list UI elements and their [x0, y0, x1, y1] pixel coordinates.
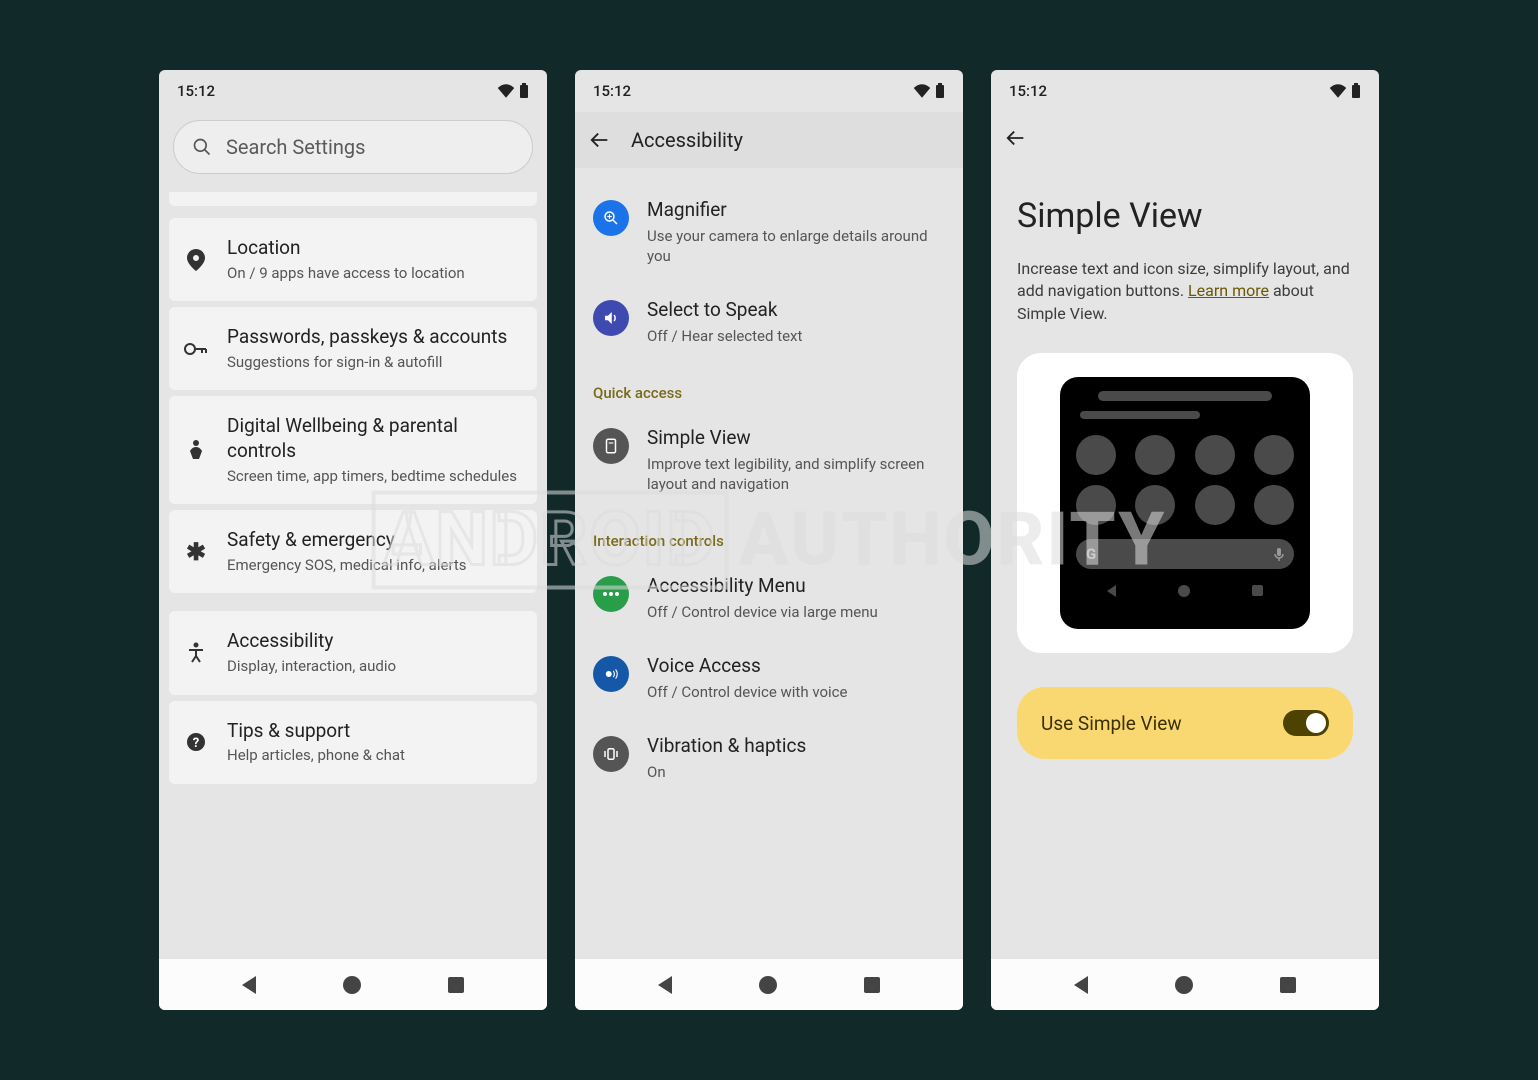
mock-mic-icon [1274, 547, 1284, 561]
magnifier-icon [602, 209, 620, 227]
nav-recent-button[interactable] [864, 977, 880, 993]
location-icon [187, 249, 205, 271]
a11y-item-a11y-menu[interactable]: Accessibility Menu Off / Control device … [575, 558, 963, 638]
section-quick-access: Quick access [575, 362, 963, 410]
settings-item-title: Digital Wellbeing & parental controls [227, 414, 523, 463]
asterisk-icon: ✱ [186, 538, 206, 566]
mock-google-icon: G [1086, 545, 1096, 563]
toggle-switch-on[interactable] [1283, 710, 1329, 736]
nav-back-button[interactable] [1074, 976, 1088, 994]
settings-item-sub: Help articles, phone & chat [227, 746, 523, 766]
nav-recent-button[interactable] [1280, 977, 1296, 993]
back-arrow-icon[interactable] [589, 129, 611, 151]
learn-more-link[interactable]: Learn more [1188, 281, 1269, 300]
simple-view-icon [602, 437, 620, 455]
settings-item-safety[interactable]: ✱ Safety & emergency Emergency SOS, medi… [169, 510, 537, 593]
settings-item-location[interactable]: Location On / 9 apps have access to loca… [169, 218, 537, 301]
a11y-item-sub: Use your camera to enlarge details aroun… [647, 226, 945, 267]
nav-home-button[interactable] [343, 976, 361, 994]
page-description: Increase text and icon size, simplify la… [1017, 258, 1353, 325]
voice-icon [602, 665, 620, 683]
settings-item-title: Tips & support [227, 719, 523, 744]
battery-icon [519, 83, 529, 99]
settings-item-sub: On / 9 apps have access to location [227, 264, 523, 284]
a11y-item-title: Select to Speak [647, 298, 945, 323]
nav-bar [159, 958, 547, 1010]
accessibility-screen: 15:12 Accessibility Magnifier Use your c… [575, 70, 963, 1010]
status-time: 15:12 [593, 82, 631, 100]
menu-dots-icon [602, 591, 620, 597]
a11y-item-vibration[interactable]: Vibration & haptics On [575, 718, 963, 798]
status-time: 15:12 [1009, 82, 1047, 100]
nav-home-button[interactable] [1175, 976, 1193, 994]
a11y-item-sub: Improve text legibility, and simplify sc… [647, 454, 945, 495]
toggle-label: Use Simple View [1041, 712, 1182, 735]
search-placeholder: Search Settings [226, 135, 365, 159]
simple-view-screen: 15:12 Simple View Increase text and icon… [991, 70, 1379, 1010]
settings-screen: 15:12 Search Settings Location On / 9 ap… [159, 70, 547, 1010]
nav-recent-button[interactable] [448, 977, 464, 993]
key-icon [184, 343, 208, 355]
status-bar: 15:12 [575, 70, 963, 112]
a11y-item-sub: Off / Hear selected text [647, 326, 945, 346]
settings-item-title: Passwords, passkeys & accounts [227, 325, 523, 350]
settings-item-sub: Screen time, app timers, bedtime schedul… [227, 467, 523, 487]
nav-bar [575, 958, 963, 1010]
settings-item-tips[interactable]: ? Tips & support Help articles, phone & … [169, 701, 537, 784]
wellbeing-icon [187, 439, 205, 461]
a11y-item-sub: Off / Control device via large menu [647, 602, 945, 622]
a11y-item-simple-view[interactable]: Simple View Improve text legibility, and… [575, 410, 963, 510]
wifi-icon [913, 84, 931, 98]
homescreen-mock: G [1060, 377, 1310, 629]
settings-item-sub: Emergency SOS, medical info, alerts [227, 556, 523, 576]
section-interaction: Interaction controls [575, 510, 963, 558]
settings-item-sub: Display, interaction, audio [227, 657, 523, 677]
settings-item-accessibility[interactable]: Accessibility Display, interaction, audi… [169, 611, 537, 694]
header-title: Accessibility [631, 128, 743, 152]
nav-bar [991, 958, 1379, 1010]
speak-icon [602, 309, 620, 327]
header-bar: Accessibility [575, 112, 963, 168]
settings-item-title: Safety & emergency [227, 528, 523, 553]
a11y-item-title: Vibration & haptics [647, 734, 945, 759]
a11y-item-sub: Off / Control device with voice [647, 682, 945, 702]
help-icon: ? [186, 732, 206, 752]
svg-text:?: ? [193, 736, 199, 751]
a11y-item-title: Magnifier [647, 198, 945, 223]
battery-icon [1351, 83, 1361, 99]
a11y-item-title: Accessibility Menu [647, 574, 945, 599]
page-title: Simple View [1017, 196, 1353, 236]
a11y-item-magnifier[interactable]: Magnifier Use your camera to enlarge det… [575, 182, 963, 282]
search-settings-input[interactable]: Search Settings [173, 120, 533, 174]
a11y-item-title: Voice Access [647, 654, 945, 679]
wifi-icon [497, 84, 515, 98]
settings-item-title: Accessibility [227, 629, 523, 654]
back-arrow-icon[interactable] [1005, 127, 1027, 149]
accessibility-icon [187, 642, 205, 664]
prev-card-edge [169, 192, 537, 206]
nav-back-button[interactable] [242, 976, 256, 994]
wifi-icon [1329, 84, 1347, 98]
simple-view-toggle[interactable]: Use Simple View [1017, 687, 1353, 759]
status-time: 15:12 [177, 82, 215, 100]
a11y-item-select-speak[interactable]: Select to Speak Off / Hear selected text [575, 282, 963, 362]
nav-back-button[interactable] [658, 976, 672, 994]
a11y-item-sub: On [647, 762, 945, 782]
status-bar: 15:12 [159, 70, 547, 112]
battery-icon [935, 83, 945, 99]
preview-card: G [1017, 353, 1353, 653]
status-bar: 15:12 [991, 70, 1379, 112]
a11y-item-title: Simple View [647, 426, 945, 451]
settings-item-passwords[interactable]: Passwords, passkeys & accounts Suggestio… [169, 307, 537, 390]
settings-item-title: Location [227, 236, 523, 261]
nav-home-button[interactable] [759, 976, 777, 994]
a11y-item-voice-access[interactable]: Voice Access Off / Control device with v… [575, 638, 963, 718]
vibration-icon [602, 745, 620, 763]
search-icon [192, 137, 212, 157]
settings-item-sub: Suggestions for sign-in & autofill [227, 353, 523, 373]
settings-item-wellbeing[interactable]: Digital Wellbeing & parental controls Sc… [169, 396, 537, 504]
